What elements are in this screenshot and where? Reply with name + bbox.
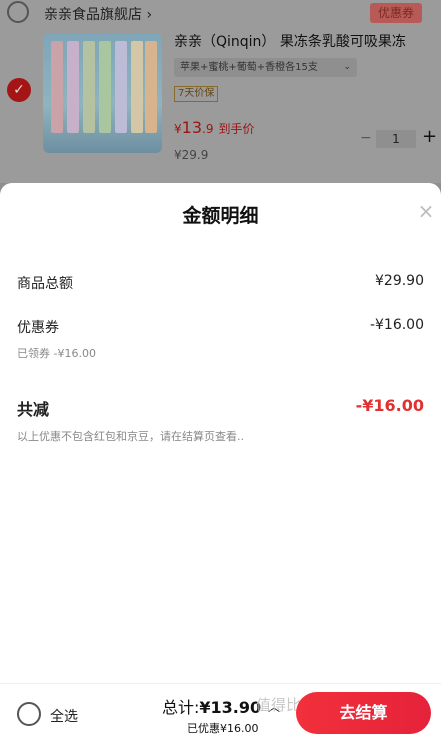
quantity-input[interactable]: 1 [376,130,416,148]
price-suffix: 到手价 [218,122,255,136]
quantity-stepper: − 1 + [360,126,440,148]
select-all-checkbox[interactable] [17,702,41,726]
total-value: ¥13.90 [199,698,262,717]
shop-name-link[interactable]: 亲亲食品旗舰店 › [44,4,152,24]
total-reduce-label: 共减 [17,400,50,419]
product-image-stick [83,41,95,133]
shop-coupon-button[interactable]: 优惠券 [370,3,422,23]
goods-total-label: 商品总额 [17,276,73,292]
shop-header: 亲亲食品旗舰店 › 优惠券 [0,0,441,26]
total-reduce-value: -¥16.00 [355,396,424,415]
price-integer: 13 [181,118,202,137]
bottom-bar: 全选 总计:¥13.90 ︿ 已优惠¥16.00 值得比 去结算 [0,683,441,745]
product-image-stick [67,41,79,133]
shop-select-checkbox[interactable] [7,1,29,23]
coupon-note: 已领券 -¥16.00 [17,347,96,360]
product-image-stick [115,41,127,133]
total-amount[interactable]: 总计:¥13.90 [162,694,261,718]
quantity-minus-button[interactable]: − [360,130,372,146]
checkmark-icon: ✓ [13,82,25,98]
coupon-label: 优惠券 [17,320,59,336]
variant-selector[interactable]: 苹果+蜜桃+葡萄+香橙各15支 ⌄ [174,58,357,77]
product-image-stick [99,41,111,133]
checkout-button[interactable]: 去结算 [296,692,431,734]
shop-name: 亲亲食品旗舰店 [44,7,142,23]
quantity-plus-button[interactable]: + [422,126,437,147]
close-icon[interactable]: × [416,201,436,221]
item-checked-checkbox[interactable]: ✓ [7,78,31,102]
goods-total-value: ¥29.90 [375,273,424,289]
variant-label: 苹果+蜜桃+葡萄+香橙各15支 [180,62,318,73]
cart-background: 亲亲食品旗舰店 › 优惠券 ✓ 亲亲（Qinqin） 果冻条乳酸可吸果冻 苹果+… [0,0,441,183]
product-title[interactable]: 亲亲（Qinqin） 果冻条乳酸可吸果冻 [174,31,406,51]
discount-footnote: 以上优惠不包含红包和京豆，请在结算页查看.. [17,430,244,443]
total-prefix: 总计: [162,698,200,717]
select-all-label[interactable]: 全选 [50,706,78,726]
watermark-text: 值得比 [256,696,302,714]
amount-detail-sheet: 金额明细 × 商品总额 ¥29.90 优惠券 -¥16.00 已领券 -¥16.… [0,183,441,683]
price-currency: ¥ [174,122,182,136]
price-decimal: .9 [202,122,214,136]
product-image-stick [145,41,157,133]
product-image-stick [131,41,143,133]
product-price: ¥13.9 到手价 [174,118,255,137]
coupon-value: -¥16.00 [369,317,424,333]
chevron-down-icon: ⌄ [343,62,351,72]
original-price: ¥29.9 [174,148,209,162]
product-image-stick [51,41,63,133]
product-image[interactable] [43,33,162,153]
chevron-right-icon: › [146,7,153,23]
saved-amount: 已优惠¥16.00 [187,722,259,735]
sheet-title: 金额明细 [182,205,259,227]
price-protect-badge: 7天价保 [174,86,219,102]
